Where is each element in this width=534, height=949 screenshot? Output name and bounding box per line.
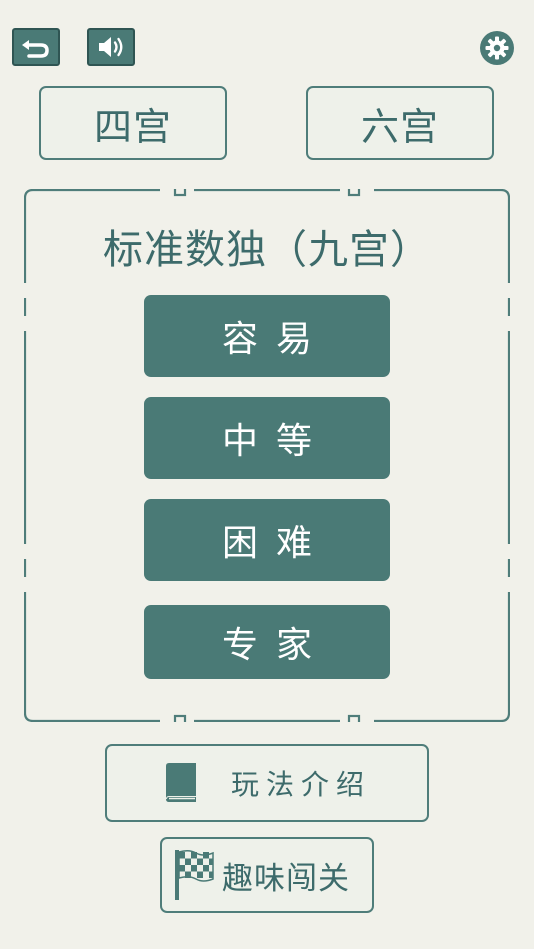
checkered-flag-icon [175,849,214,900]
gear-icon [480,31,514,65]
challenge-mode-label: 趣味闯关 [222,860,350,897]
hard-label: 困难 [221,523,330,564]
standard-sudoku-panel: 标准数独（九宫） 容易 中等 困难 专家 [24,189,510,722]
easy-button[interactable]: 容易 [144,295,390,377]
how-to-play-label: 玩法介绍 [231,768,372,801]
panel-title: 标准数独（九宫） [103,227,431,273]
hard-button[interactable]: 困难 [144,499,390,581]
easy-label: 容易 [221,319,330,360]
sound-button[interactable] [87,28,135,66]
expert-button[interactable]: 专家 [144,605,390,679]
speaker-icon [99,37,123,57]
four-grid-label: 四宫 [93,104,172,149]
medium-button[interactable]: 中等 [144,397,390,479]
how-to-play-button[interactable]: 玩法介绍 [105,744,429,822]
book-icon [166,763,196,802]
six-grid-button[interactable]: 六宫 [306,86,494,160]
back-arrow-icon [22,40,49,58]
medium-label: 中等 [221,421,330,462]
expert-label: 专家 [221,625,330,666]
six-grid-label: 六宫 [360,104,439,149]
back-button[interactable] [12,28,60,66]
challenge-mode-button[interactable]: 趣味闯关 [160,837,374,913]
four-grid-button[interactable]: 四宫 [39,86,227,160]
settings-button[interactable] [479,30,515,66]
